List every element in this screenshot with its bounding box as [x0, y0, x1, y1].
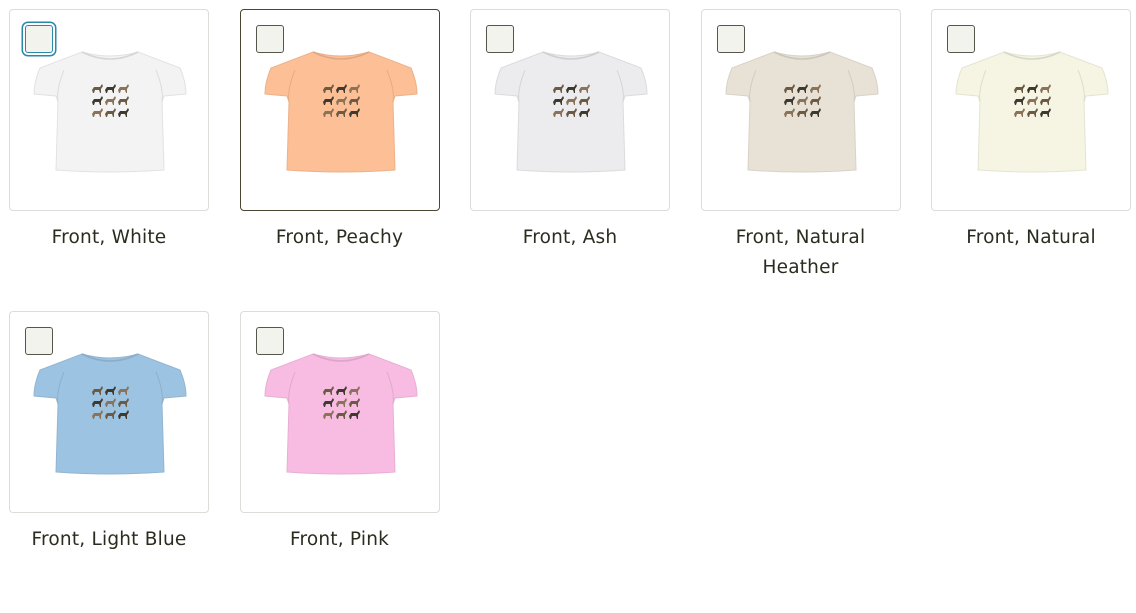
mockup-card[interactable]	[9, 9, 209, 211]
mockup-card[interactable]	[239, 9, 440, 211]
mockup-caption: Front, Light Blue	[31, 529, 187, 550]
mockup-card[interactable]	[931, 9, 1131, 211]
horse-print-design-icon	[92, 84, 129, 117]
mockup-tile-white: Front, White	[9, 9, 209, 311]
mockup-tile-peachy: Front, Peachy	[239, 9, 440, 311]
mockup-caption: Front, Pink	[289, 529, 390, 550]
mockup-card[interactable]	[9, 311, 209, 513]
mockup-caption: Front, Natural Heather	[735, 227, 866, 278]
t-shirt-mockup-icon	[724, 51, 879, 173]
mockup-grid: Front, White Front, Peachy Front, Ash Fr…	[9, 9, 1131, 613]
mockup-tile-natural: Front, Natural	[931, 9, 1131, 311]
t-shirt-mockup-icon	[494, 51, 648, 173]
horse-print-design-icon	[92, 386, 129, 419]
horse-print-design-icon	[322, 386, 360, 419]
mockup-caption: Front, Peachy	[275, 227, 404, 248]
t-shirt-mockup-icon	[33, 51, 187, 173]
horse-print-design-icon	[553, 84, 590, 117]
t-shirt-mockup-icon	[263, 353, 418, 475]
horse-print-design-icon	[322, 84, 360, 117]
t-shirt-mockup-icon	[263, 51, 418, 173]
mockup-tile-pink: Front, Pink	[239, 311, 440, 613]
mockup-caption: Front, Ash	[522, 227, 618, 248]
mockup-caption: Front, Natural	[966, 227, 1096, 248]
horse-print-design-icon	[1014, 84, 1051, 117]
mockup-card[interactable]	[239, 311, 440, 513]
mockup-card[interactable]	[470, 9, 670, 211]
horse-print-design-icon	[783, 84, 821, 117]
mockup-caption: Front, White	[51, 227, 167, 248]
mockup-tile-ash: Front, Ash	[470, 9, 670, 311]
t-shirt-mockup-icon	[33, 353, 187, 475]
mockup-tile-natural-heather: Front, Natural Heather	[700, 9, 901, 311]
t-shirt-mockup-icon	[955, 51, 1109, 173]
mockup-card[interactable]	[700, 9, 901, 211]
mockup-tile-light-blue: Front, Light Blue	[9, 311, 209, 613]
